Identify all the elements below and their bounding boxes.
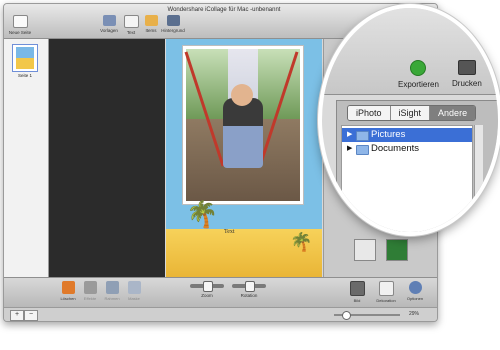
delete-icon — [61, 281, 75, 294]
image-button[interactable]: Bild — [346, 281, 368, 303]
rotation-slider[interactable] — [232, 281, 266, 292]
rotation-slider-knob[interactable] — [245, 281, 255, 292]
palm-tree-icon: 🌴 — [290, 232, 313, 252]
bottom-toolbar: Löschen Effekte Rahmen Maske Zoom Rotati… — [4, 277, 437, 308]
folder-tree: ▶ Pictures ▶ Documents — [341, 125, 473, 232]
magnifier-callout: Exportieren Drucken iPhoto iSight Andere… — [318, 4, 500, 236]
mask-label: Maske — [128, 296, 140, 301]
tab-isight[interactable]: iSight — [390, 106, 431, 120]
background-button[interactable]: Hintergrund — [159, 15, 187, 33]
print-label: Drucken — [452, 79, 482, 88]
zoom-value: 29% — [409, 311, 420, 317]
new-page-icon — [12, 15, 28, 28]
page-zoom-slider[interactable] — [334, 311, 400, 320]
export-arrow-icon — [410, 60, 427, 76]
tree-item-label: Documents — [371, 143, 420, 154]
tab-other[interactable]: Andere — [430, 106, 476, 120]
magnified-toolbar: Exportieren Drucken — [322, 8, 498, 95]
decoration-button[interactable]: Dekoration — [375, 281, 397, 303]
canvas-text-item[interactable]: Text — [224, 229, 235, 235]
page-thumbnail-label: Seite 1 — [17, 73, 32, 78]
zoom-label: Zoom — [201, 293, 213, 298]
delete-label: Löschen — [60, 296, 76, 301]
page-thumbnail-image — [16, 47, 34, 69]
items-label: Items — [145, 28, 157, 33]
source-tabs: iPhoto iSight Andere — [347, 105, 477, 121]
disclosure-triangle-icon[interactable]: ▶ — [347, 142, 352, 156]
decoration-label: Dekoration — [376, 298, 396, 303]
media-thumbnail[interactable] — [354, 239, 376, 261]
add-page-button[interactable]: + — [10, 310, 24, 321]
decoration-icon — [378, 281, 394, 296]
print-button[interactable]: Drucken — [452, 60, 482, 88]
templates-icon — [102, 15, 116, 26]
templates-label: Vorlagen — [100, 28, 118, 33]
printer-icon — [457, 60, 476, 75]
status-bar: + − 29% — [4, 307, 437, 321]
media-thumbnail[interactable] — [386, 239, 408, 261]
window-title: Wondershare iCollage für Mac -unbenannt — [167, 7, 281, 13]
frame-icon — [105, 281, 119, 294]
zoom-slider[interactable] — [190, 281, 224, 292]
folder-tree-scrollbar[interactable] — [474, 125, 483, 232]
page-zoom-knob[interactable] — [342, 311, 351, 320]
tree-item-label: Pictures — [371, 129, 406, 140]
background-icon — [166, 15, 180, 26]
tree-item-documents[interactable]: ▶ Documents — [342, 142, 472, 156]
rotation-label: Rotation — [240, 293, 258, 298]
effects-icon — [83, 281, 97, 294]
page-thumbnail[interactable] — [12, 44, 38, 72]
tree-item-pictures[interactable]: ▶ Pictures — [342, 128, 472, 142]
options-label: Optionen — [406, 296, 424, 301]
frame-label: Rahmen — [104, 296, 120, 301]
magnified-media-panel: iPhoto iSight Andere ▶ Pictures ▶ Docume… — [336, 100, 498, 232]
folder-icon — [356, 131, 369, 141]
background-label: Hintergrund — [161, 28, 185, 33]
export-label: Exportieren — [398, 80, 439, 89]
effects-button[interactable]: Effekte — [79, 281, 101, 301]
collage-canvas[interactable]: 🌴 🌴 Text — [166, 39, 322, 277]
frame-button[interactable]: Rahmen — [101, 281, 123, 301]
text-label: Text — [126, 30, 136, 35]
delete-button[interactable]: Löschen — [57, 281, 79, 301]
workspace-background — [49, 39, 165, 277]
collage-photo[interactable] — [182, 45, 304, 205]
tab-iphoto[interactable]: iPhoto — [348, 106, 391, 120]
items-icon — [144, 15, 158, 26]
image-label: Bild — [353, 298, 361, 303]
zoom-slider-knob[interactable] — [203, 281, 213, 292]
effects-label: Effekte — [83, 296, 97, 301]
disclosure-triangle-icon[interactable]: ▶ — [347, 128, 352, 142]
new-page-label: Neue Seite — [8, 30, 32, 35]
folder-icon — [356, 145, 369, 155]
palm-tree-icon: 🌴 — [186, 199, 219, 229]
mask-button[interactable]: Maske — [123, 281, 145, 301]
mask-icon — [127, 281, 141, 294]
image-icon — [349, 281, 365, 296]
remove-page-button[interactable]: − — [24, 310, 38, 321]
page-sidebar: Seite 1 — [4, 39, 49, 277]
export-button[interactable]: Exportieren — [398, 60, 439, 89]
options-button[interactable]: Optionen — [404, 281, 426, 301]
new-page-button[interactable]: Neue Seite — [6, 15, 34, 35]
gear-icon — [408, 281, 422, 294]
